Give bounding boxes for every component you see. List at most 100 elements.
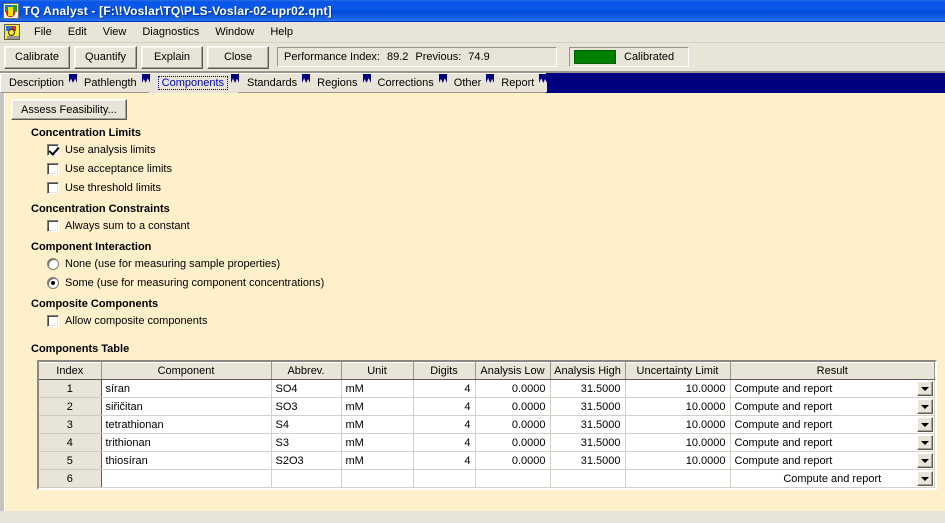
- option-interaction-some[interactable]: Some (use for measuring component concen…: [47, 275, 324, 291]
- tab-other[interactable]: Other: [445, 73, 495, 93]
- cell-component[interactable]: [101, 469, 272, 488]
- cell-digits[interactable]: 4: [413, 433, 476, 452]
- tab-description[interactable]: Description: [0, 73, 78, 93]
- calibrate-button[interactable]: Calibrate: [4, 45, 71, 69]
- cell-abbrev[interactable]: S4: [271, 415, 342, 434]
- radio-icon[interactable]: [47, 277, 59, 289]
- tab-report[interactable]: Report: [493, 73, 548, 93]
- option-interaction-none[interactable]: None (use for measuring sample propertie…: [47, 256, 280, 272]
- column-header-component[interactable]: Component: [101, 362, 272, 380]
- table-row[interactable]: 1 síran SO4 mM 4 0.0000 31.5000 10.0000 …: [39, 379, 935, 398]
- checkbox-icon[interactable]: [47, 182, 59, 194]
- tab-pathlength[interactable]: Pathlength: [76, 73, 150, 93]
- cell-component[interactable]: thiosíran: [101, 451, 272, 470]
- tab-corrections[interactable]: Corrections: [369, 73, 447, 93]
- option-use-threshold-limits[interactable]: Use threshold limits: [47, 180, 161, 196]
- menu-item-view[interactable]: View: [95, 24, 135, 40]
- cell-analysis-high[interactable]: [550, 469, 626, 488]
- tab-components[interactable]: Components: [148, 73, 240, 93]
- cell-abbrev[interactable]: SO4: [271, 379, 342, 398]
- cell-digits[interactable]: 4: [413, 451, 476, 470]
- cell-result[interactable]: Compute and report: [730, 433, 935, 452]
- column-header-analysis-low[interactable]: Analysis Low: [475, 362, 551, 380]
- checkbox-icon[interactable]: [47, 144, 59, 156]
- table-row[interactable]: 6 Compute and report: [39, 469, 935, 488]
- column-header-abbrev[interactable]: Abbrev.: [271, 362, 342, 380]
- chevron-down-icon[interactable]: [917, 435, 933, 450]
- cell-unit[interactable]: mM: [341, 433, 414, 452]
- cell-unit[interactable]: [341, 469, 414, 488]
- cell-component[interactable]: síran: [101, 379, 272, 398]
- cell-uncertainty-limit[interactable]: 10.0000: [625, 379, 731, 398]
- checkbox-icon[interactable]: [47, 220, 59, 232]
- cell-analysis-high[interactable]: 31.5000: [550, 397, 626, 416]
- cell-unit[interactable]: mM: [341, 451, 414, 470]
- table-row[interactable]: 3 tetrathionan S4 mM 4 0.0000 31.5000 10…: [39, 415, 935, 434]
- cell-uncertainty-limit[interactable]: 10.0000: [625, 415, 731, 434]
- cell-uncertainty-limit[interactable]: 10.0000: [625, 397, 731, 416]
- cell-component[interactable]: trithionan: [101, 433, 272, 452]
- menu-item-help[interactable]: Help: [262, 24, 301, 40]
- cell-uncertainty-limit[interactable]: [625, 469, 731, 488]
- option-allow-composite-components[interactable]: Allow composite components: [47, 313, 207, 329]
- checkbox-icon[interactable]: [47, 163, 59, 175]
- menu-item-diagnostics[interactable]: Diagnostics: [134, 24, 207, 40]
- cell-analysis-low[interactable]: 0.0000: [475, 415, 551, 434]
- cell-analysis-low[interactable]: 0.0000: [475, 397, 551, 416]
- document-icon[interactable]: [4, 24, 20, 40]
- menu-item-edit[interactable]: Edit: [60, 24, 95, 40]
- cell-analysis-low[interactable]: 0.0000: [475, 433, 551, 452]
- chevron-down-icon[interactable]: [917, 471, 933, 486]
- cell-uncertainty-limit[interactable]: 10.0000: [625, 451, 731, 470]
- option-always-sum-to-a-constant[interactable]: Always sum to a constant: [47, 218, 190, 234]
- option-use-acceptance-limits[interactable]: Use acceptance limits: [47, 161, 172, 177]
- chevron-down-icon[interactable]: [917, 381, 933, 396]
- quantify-button[interactable]: Quantify: [74, 45, 137, 69]
- cell-abbrev[interactable]: S3: [271, 433, 342, 452]
- table-row[interactable]: 4 trithionan S3 mM 4 0.0000 31.5000 10.0…: [39, 433, 935, 452]
- cell-unit[interactable]: mM: [341, 415, 414, 434]
- cell-result[interactable]: Compute and report: [730, 415, 935, 434]
- column-header-unit[interactable]: Unit: [341, 362, 414, 380]
- chevron-down-icon[interactable]: [917, 453, 933, 468]
- explain-button[interactable]: Explain: [141, 45, 203, 69]
- cell-digits[interactable]: 4: [413, 397, 476, 416]
- cell-result[interactable]: Compute and report: [730, 379, 935, 398]
- cell-abbrev[interactable]: S2O3: [271, 451, 342, 470]
- cell-component[interactable]: tetrathionan: [101, 415, 272, 434]
- tab-regions[interactable]: Regions: [309, 73, 371, 93]
- menu-item-file[interactable]: File: [26, 24, 60, 40]
- radio-icon[interactable]: [47, 258, 59, 270]
- cell-uncertainty-limit[interactable]: 10.0000: [625, 433, 731, 452]
- cell-analysis-low[interactable]: 0.0000: [475, 379, 551, 398]
- column-header-result[interactable]: Result: [730, 362, 935, 380]
- cell-analysis-high[interactable]: 31.5000: [550, 433, 626, 452]
- cell-result[interactable]: Compute and report: [730, 469, 935, 488]
- option-use-analysis-limits[interactable]: Use analysis limits: [47, 142, 155, 158]
- column-header-digits[interactable]: Digits: [413, 362, 476, 380]
- assess-feasibility-button[interactable]: Assess Feasibility...: [11, 99, 127, 120]
- chevron-down-icon[interactable]: [917, 417, 933, 432]
- table-row[interactable]: 5 thiosíran S2O3 mM 4 0.0000 31.5000 10.…: [39, 451, 935, 470]
- column-header-index[interactable]: Index: [39, 362, 102, 380]
- cell-analysis-high[interactable]: 31.5000: [550, 415, 626, 434]
- cell-digits[interactable]: 4: [413, 379, 476, 398]
- cell-analysis-low[interactable]: [475, 469, 551, 488]
- cell-component[interactable]: siřičitan: [101, 397, 272, 416]
- cell-abbrev[interactable]: [271, 469, 342, 488]
- cell-unit[interactable]: mM: [341, 379, 414, 398]
- column-header-analysis-high[interactable]: Analysis High: [550, 362, 626, 380]
- cell-abbrev[interactable]: SO3: [271, 397, 342, 416]
- cell-result[interactable]: Compute and report: [730, 397, 935, 416]
- chevron-down-icon[interactable]: [917, 399, 933, 414]
- cell-analysis-high[interactable]: 31.5000: [550, 379, 626, 398]
- tab-standards[interactable]: Standards: [239, 73, 311, 93]
- cell-analysis-low[interactable]: 0.0000: [475, 451, 551, 470]
- cell-result[interactable]: Compute and report: [730, 451, 935, 470]
- table-row[interactable]: 2 siřičitan SO3 mM 4 0.0000 31.5000 10.0…: [39, 397, 935, 416]
- cell-unit[interactable]: mM: [341, 397, 414, 416]
- menu-item-window[interactable]: Window: [207, 24, 262, 40]
- cell-analysis-high[interactable]: 31.5000: [550, 451, 626, 470]
- column-header-uncertainty-limit[interactable]: Uncertainty Limit: [625, 362, 731, 380]
- checkbox-icon[interactable]: [47, 315, 59, 327]
